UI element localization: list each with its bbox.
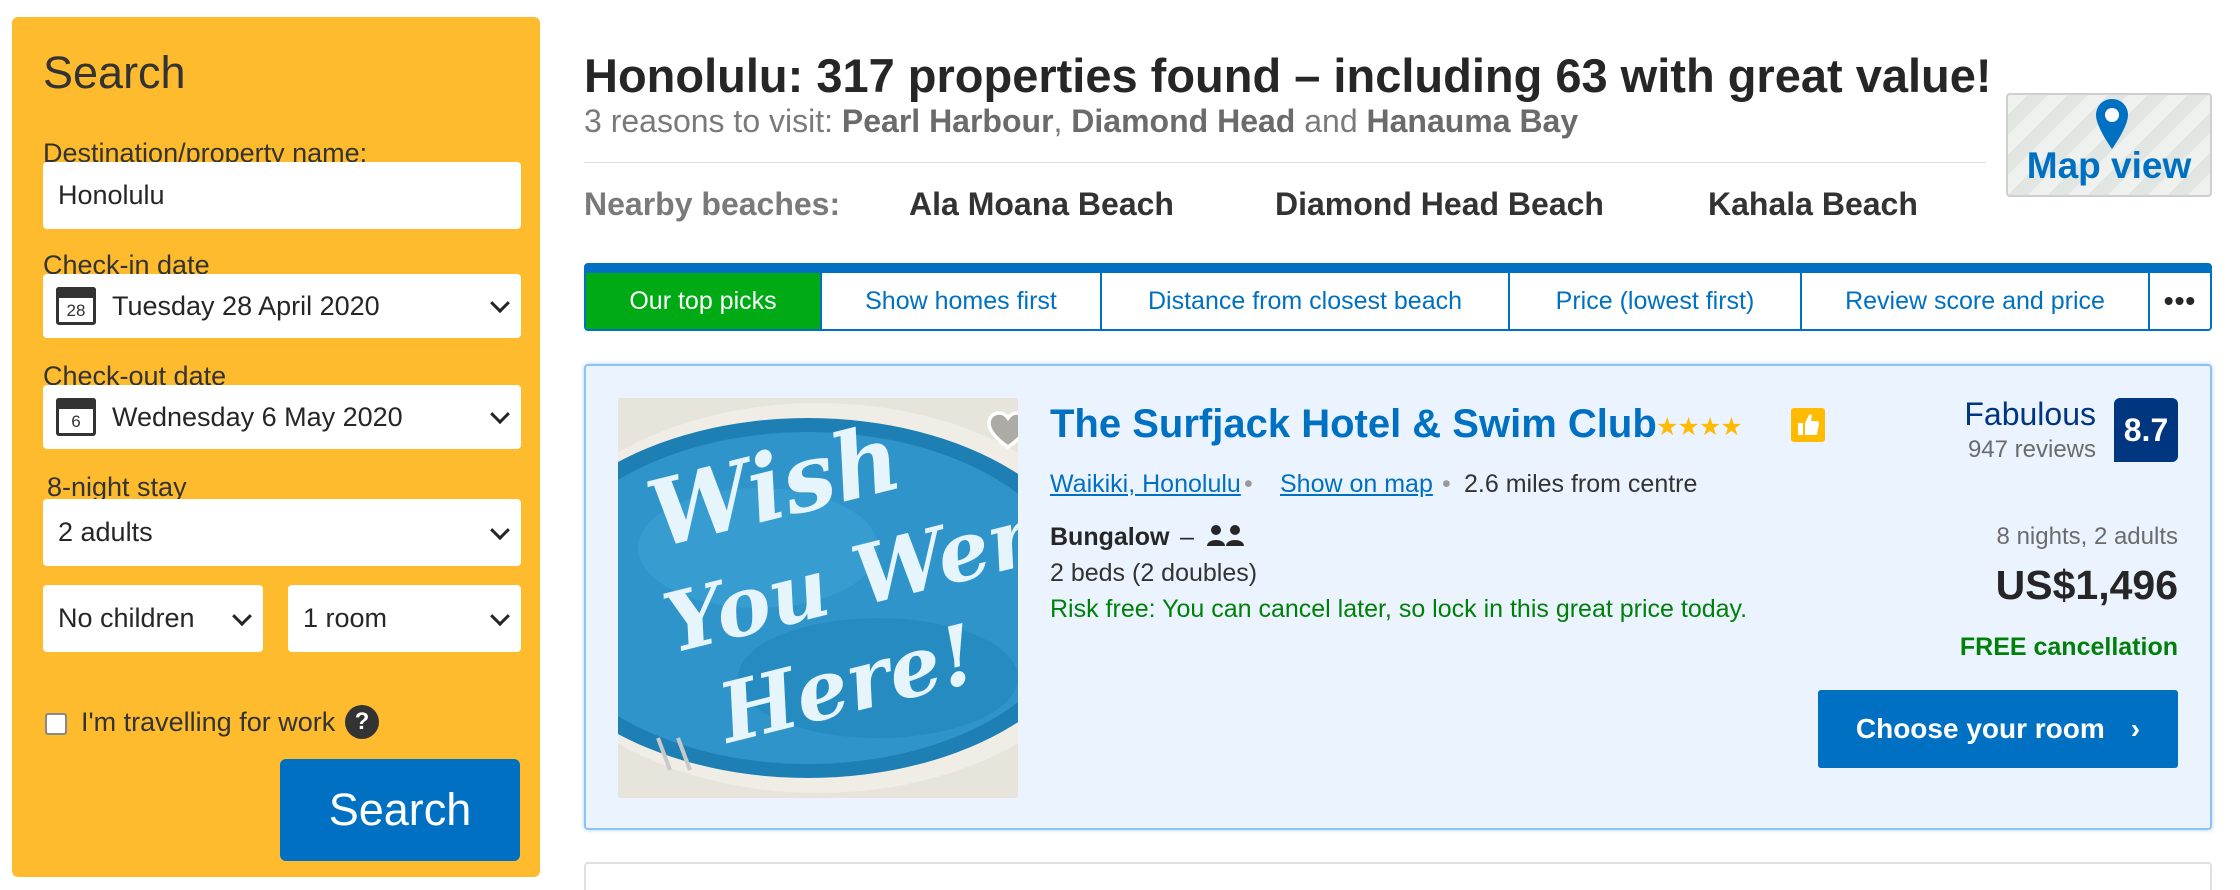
choose-room-label: Choose your room [1855,713,2105,744]
chevron-down-icon [490,404,510,425]
adults-value: 2 adults [58,517,153,547]
checkin-value: Tuesday 28 April 2020 [112,290,380,321]
tab-review-score-price[interactable]: Review score and price [1802,273,2150,329]
search-sidebar: Search Destination/property name: Honolu… [12,17,540,877]
property-name[interactable]: The Surfjack Hotel & Swim Club [1050,402,1657,447]
beach-link[interactable]: Ala Moana Beach [909,186,1174,223]
chevron-right-icon: › [2130,713,2141,744]
reasons-to-visit: 3 reasons to visit: Pearl Harbour, Diamo… [584,103,1578,140]
map-view-label: Map view [2026,145,2192,186]
checkin-date-picker[interactable]: 28 Tuesday 28 April 2020 [43,274,521,338]
review-score-badge: 8.7 [2114,398,2178,462]
next-property-card [584,862,2212,890]
reason-item: Hanauma Bay [1366,103,1579,139]
choose-room-button[interactable]: Choose your room › [1818,690,2178,768]
work-travel-checkbox[interactable] [45,713,67,735]
calendar-icon: 28 [56,287,96,325]
rooms-value: 1 room [303,603,388,633]
search-button[interactable]: Search [280,759,520,861]
help-icon[interactable]: ? [345,705,379,739]
map-pin-icon [2096,99,2128,149]
sort-tabs: Our top picks Show homes first Distance … [584,263,2212,331]
calendar-icon: 6 [56,398,96,436]
heart-icon[interactable] [986,410,1018,450]
bed-details: 2 beds (2 doubles) [1050,559,1258,587]
checkout-value: Wednesday 6 May 2020 [112,401,403,432]
property-photo[interactable]: Wish You Were Here! [618,398,1018,798]
reasons-separator: , [1053,103,1072,139]
children-select[interactable]: No children [43,585,263,652]
tab-more[interactable]: ••• [2150,273,2210,329]
property-card: Wish You Were Here! The Surfjack Hotel &… [584,364,2212,830]
room-dash: – [1180,523,1194,551]
chevron-down-icon [490,605,510,626]
star-rating: ★★★★ [1656,413,1743,441]
header-divider [584,162,1986,163]
reason-item: Pearl Harbour [841,103,1054,139]
beach-link[interactable]: Kahala Beach [1708,186,1918,223]
map-view-button[interactable]: Map view [2006,93,2212,197]
reason-item: Diamond Head [1071,103,1296,139]
destination-value: Honolulu [58,180,165,210]
rooms-select[interactable]: 1 room [288,585,521,652]
chevron-down-icon [490,293,510,314]
stay-info: 8 nights, 2 adults [1996,523,2178,550]
work-travel-label[interactable]: I'm travelling for work [81,707,335,738]
distance-from-centre: 2.6 miles from centre [1464,470,1698,498]
checkout-date-picker[interactable]: 6 Wednesday 6 May 2020 [43,385,521,449]
tab-distance-beach[interactable]: Distance from closest beach [1102,273,1510,329]
free-cancellation: FREE cancellation [1959,633,2178,661]
adults-select[interactable]: 2 adults [43,499,521,566]
thumbs-up-icon [1791,408,1825,442]
reasons-prefix: 3 reasons to visit: [584,103,842,139]
tab-price-lowest[interactable]: Price (lowest first) [1510,273,1802,329]
nearby-beaches-label: Nearby beaches: [584,186,841,222]
price: US$1,496 [1995,562,2178,608]
tab-top-picks[interactable]: Our top picks [586,273,822,329]
review-count: 947 reviews [1967,436,2096,463]
show-on-map-link[interactable]: Show on map [1280,470,1433,499]
room-type: Bungalow [1050,523,1170,551]
review-word: Fabulous [1964,396,2096,432]
children-value: No children [58,603,195,633]
beach-link[interactable]: Diamond Head Beach [1275,186,1604,223]
separator-dot: • [1244,470,1253,498]
search-title: Search [43,47,186,98]
area-link[interactable]: Waikiki, Honolulu [1050,470,1241,499]
pool-image: Wish You Were Here! [618,403,1018,793]
chevron-down-icon [232,605,252,626]
tab-homes-first[interactable]: Show homes first [822,273,1102,329]
separator-dot: • [1442,470,1451,498]
page-title: Honolulu: 317 properties found – includi… [584,49,1992,102]
risk-free-message: Risk free: You can cancel later, so lock… [1050,595,1748,623]
reasons-separator: and [1295,103,1367,139]
destination-input[interactable]: Honolulu [43,162,521,229]
chevron-down-icon [490,519,510,540]
two-guests-icon [1207,525,1244,546]
